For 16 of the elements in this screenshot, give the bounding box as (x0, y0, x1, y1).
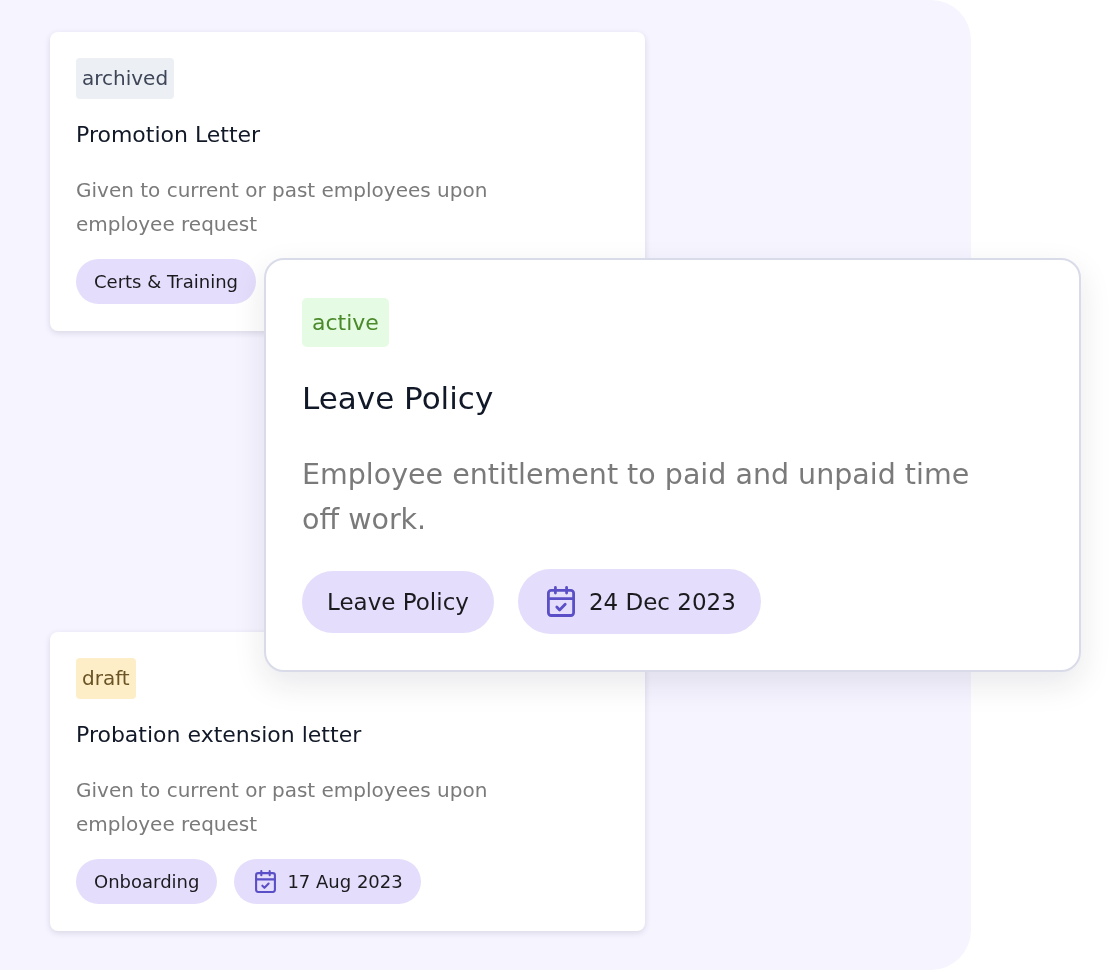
card-description: Given to current or past employees upon employee request (76, 777, 489, 838)
card-description: Employee entitlement to paid and unpaid time off work. (302, 457, 971, 538)
calendar-check-icon (546, 586, 575, 617)
category-tag: Onboarding (76, 859, 218, 904)
category-tag: Certs & Training (76, 259, 256, 304)
status-tag: archived (76, 58, 175, 99)
date-text: 17 Aug 2023 (287, 870, 403, 893)
category-tag: Leave Policy (302, 570, 494, 633)
card-title: Probation extension letter (76, 721, 362, 749)
card-description: Given to current or past employees upon employee request (76, 177, 489, 238)
status-tag: active (302, 298, 389, 347)
calendar-check-icon (255, 870, 277, 893)
card-title: Promotion Letter (76, 121, 261, 149)
card-title: Leave Policy (302, 379, 494, 418)
status-tag: draft (76, 658, 136, 699)
date-text: 24 Dec 2023 (588, 587, 736, 616)
